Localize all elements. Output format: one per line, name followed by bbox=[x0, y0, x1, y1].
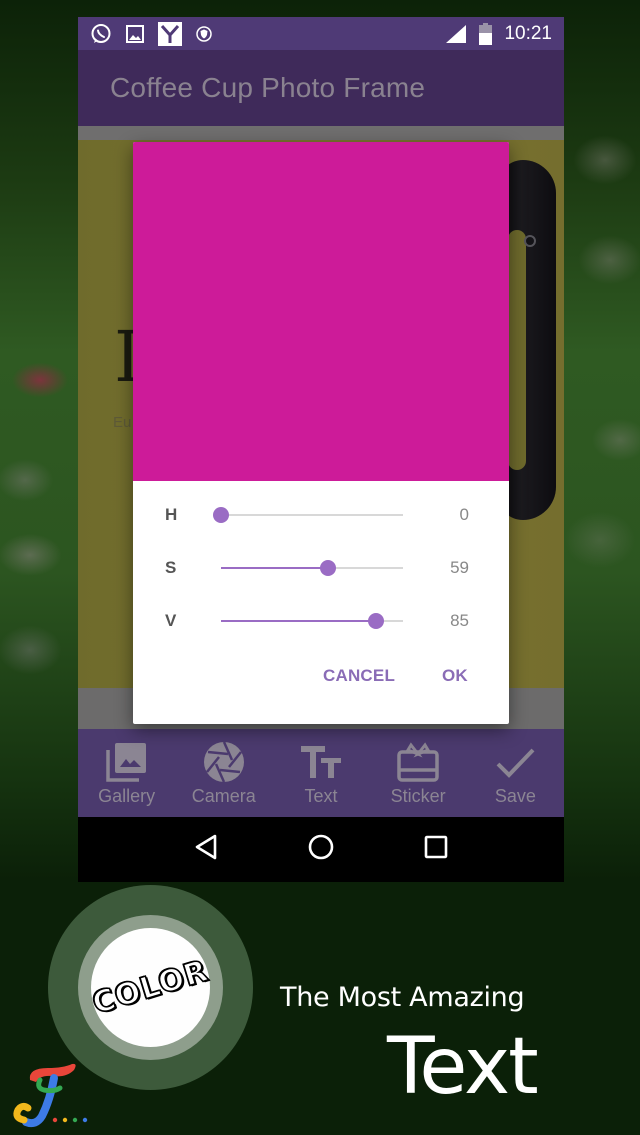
toolbar-gallery-button[interactable]: Gallery bbox=[82, 740, 172, 807]
value-value: 85 bbox=[450, 611, 469, 630]
toolbar-save-button[interactable]: Save bbox=[470, 740, 560, 807]
value-slider[interactable] bbox=[221, 613, 403, 629]
color-picker-dialog: H 0 S 59 V 85 CANCEL OK bbox=[133, 142, 509, 724]
slider-thumb[interactable] bbox=[213, 507, 229, 523]
color-badge: COLOR bbox=[88, 928, 214, 1047]
slider-label: H bbox=[165, 505, 178, 524]
cup-handle-gap bbox=[508, 230, 526, 470]
recents-icon bbox=[423, 834, 449, 865]
toolbar-label: Camera bbox=[191, 785, 256, 806]
battery-icon bbox=[479, 22, 493, 45]
toolbar-label: Save bbox=[494, 785, 536, 806]
cup-handle-bolt bbox=[524, 235, 536, 247]
slider-label: V bbox=[165, 611, 177, 630]
slider-fill bbox=[221, 567, 329, 569]
color-badge-word: COLOR bbox=[88, 953, 214, 1023]
toolbar-label: Gallery bbox=[98, 785, 156, 806]
app-title: Coffee Cup Photo Frame bbox=[110, 72, 426, 103]
home-button[interactable] bbox=[301, 830, 341, 870]
image-icon bbox=[126, 24, 144, 43]
clock: 10:21 bbox=[504, 22, 552, 44]
hue-slider[interactable] bbox=[213, 507, 403, 523]
recents-button[interactable] bbox=[416, 830, 456, 870]
ok-button[interactable]: OK bbox=[442, 666, 468, 686]
gallery-icon bbox=[105, 740, 149, 784]
app-logo bbox=[8, 1060, 88, 1130]
back-button[interactable] bbox=[186, 830, 226, 870]
whatsapp-icon bbox=[90, 23, 112, 45]
camera-shutter-icon bbox=[202, 740, 246, 784]
toolbar-label: Text bbox=[304, 785, 338, 806]
color-preview bbox=[133, 142, 509, 481]
toolbar-sticker-button[interactable]: Sticker bbox=[373, 740, 463, 807]
back-icon bbox=[193, 833, 219, 866]
home-icon bbox=[307, 833, 335, 866]
cancel-button[interactable]: CANCEL bbox=[323, 666, 395, 686]
toolbar-text-button[interactable]: Text bbox=[276, 740, 366, 807]
gift-sticker-icon bbox=[396, 740, 440, 784]
f-logo-icon bbox=[13, 1063, 88, 1128]
slider-fill bbox=[221, 620, 376, 622]
slider-label: S bbox=[165, 558, 177, 577]
value-slider-row: V 85 bbox=[133, 606, 509, 636]
slider-thumb[interactable] bbox=[320, 560, 337, 576]
slider-thumb[interactable] bbox=[367, 613, 384, 629]
toolbar-label: Sticker bbox=[390, 785, 446, 806]
saturation-slider[interactable] bbox=[221, 560, 403, 576]
hue-slider-row: H 0 bbox=[133, 500, 509, 530]
system-nav-bar bbox=[78, 817, 564, 882]
shield-icon bbox=[196, 25, 212, 42]
saturation-value: 59 bbox=[450, 558, 469, 577]
hue-value: 0 bbox=[459, 505, 469, 524]
dialog-actions: CANCEL OK bbox=[133, 666, 509, 698]
cell-signal-icon bbox=[445, 24, 467, 44]
yahoo-y-icon bbox=[158, 21, 182, 46]
photo-subtext: Eu bbox=[113, 414, 132, 431]
check-icon bbox=[493, 740, 537, 784]
bottom-toolbar: Gallery Camera Text Sticker Save bbox=[78, 729, 564, 817]
promo-headline: Text bbox=[387, 1022, 539, 1112]
status-bar: 10:21 bbox=[78, 17, 564, 50]
toolbar-camera-button[interactable]: Camera bbox=[179, 740, 269, 807]
text-size-icon bbox=[299, 740, 343, 784]
promo-tagline: The Most Amazing bbox=[280, 982, 525, 1013]
saturation-slider-row: S 59 bbox=[133, 553, 509, 583]
app-bar: Coffee Cup Photo Frame bbox=[78, 50, 564, 126]
